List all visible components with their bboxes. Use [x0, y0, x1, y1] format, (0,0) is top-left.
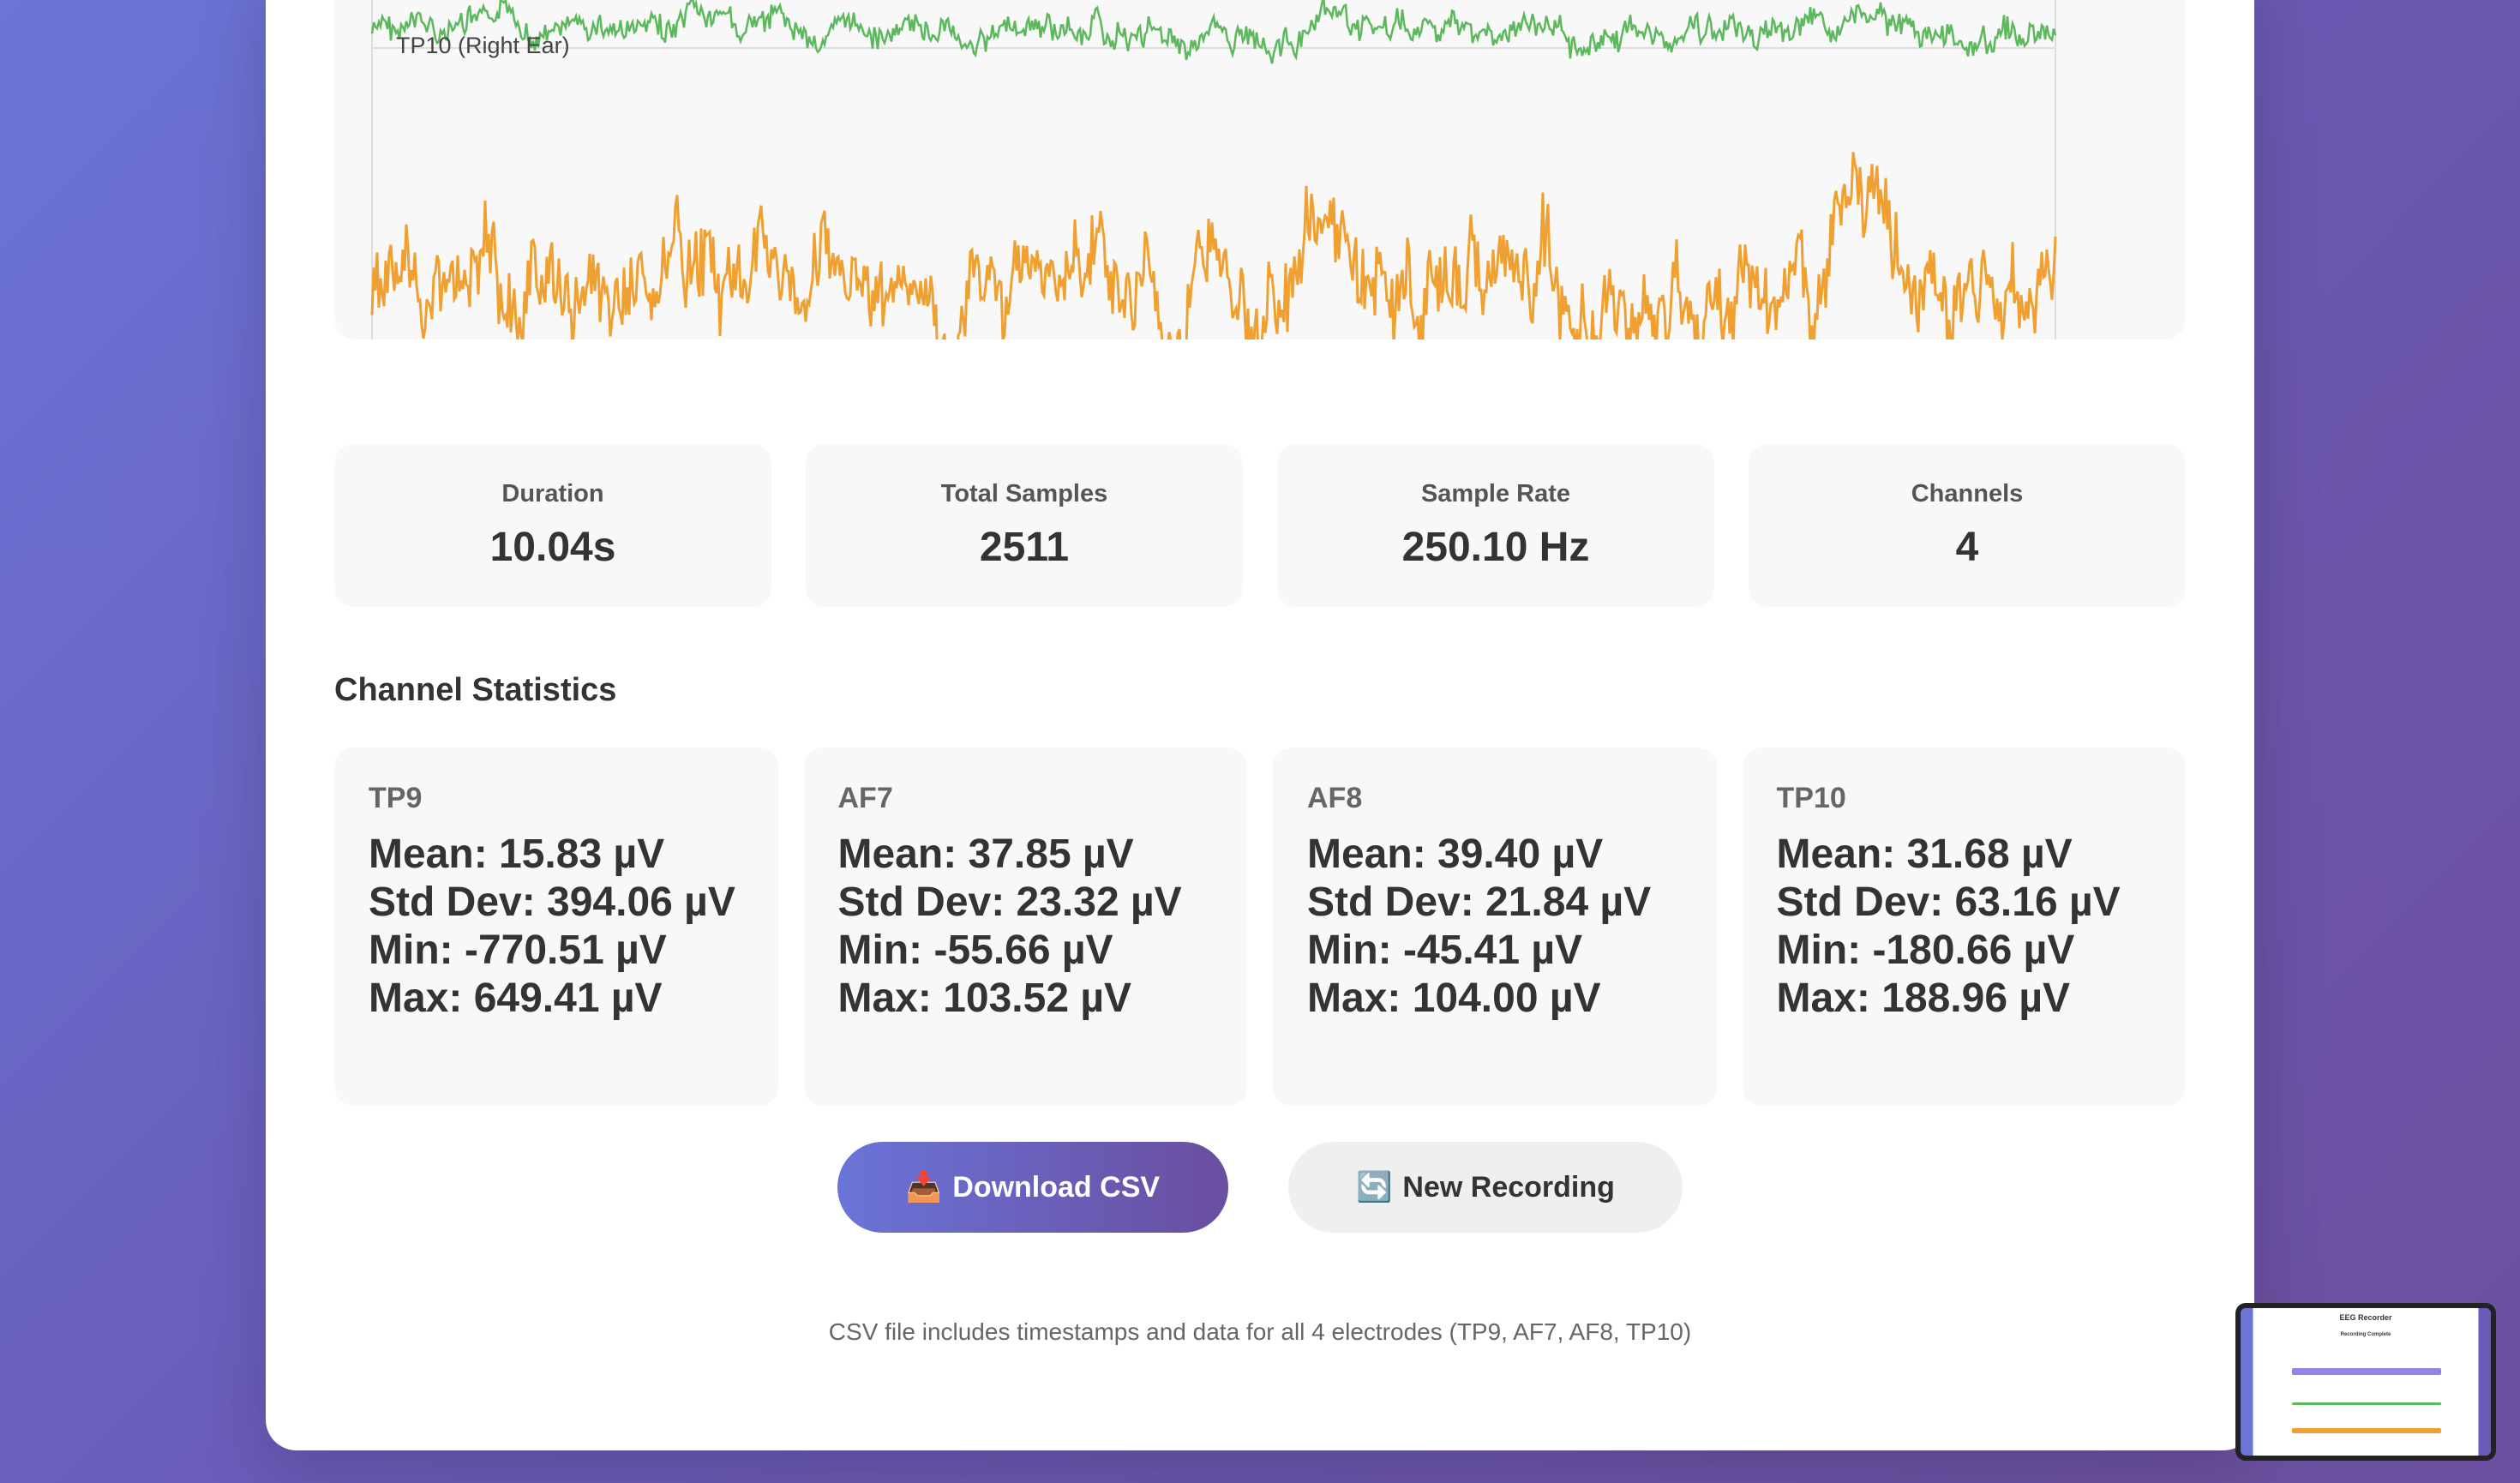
channel-std: Std Dev: 394.06 µV [369, 880, 735, 925]
channel-min: Min: -45.41 µV [1307, 928, 1583, 973]
channel-name: AF8 [1307, 782, 1363, 814]
stat-duration: Duration 10.04s [334, 444, 771, 607]
waveform-tp10 [370, 0, 2057, 64]
stat-label: Duration [501, 480, 604, 507]
channel-std: Std Dev: 23.32 µV [837, 880, 1182, 925]
thumbnail-wave-orange [2292, 1428, 2441, 1433]
channel-min: Min: -55.66 µV [837, 928, 1113, 973]
stat-label: Total Samples [940, 480, 1108, 507]
stat-label: Sample Rate [1420, 480, 1571, 507]
stat-total-samples: Total Samples 2511 [806, 444, 1243, 607]
stat-channels: Channels 4 [1749, 444, 2186, 607]
channel-max: Max: 104.00 µV [1307, 976, 1601, 1021]
download-csv-label: Download CSV [952, 1170, 1161, 1204]
channel-name: TP9 [369, 782, 423, 814]
thumbnail-wave-purple [2292, 1368, 2441, 1375]
new-recording-button[interactable]: 🔄 New Recording [1288, 1142, 1683, 1233]
stat-value: 4 [1955, 525, 1979, 570]
channel-statistics: TP9 Mean: 15.83 µV Std Dev: 394.06 µV Mi… [334, 748, 2186, 1106]
thumbnail-title: EEG Recorder [2339, 1313, 2392, 1322]
channel-label-tp10: TP10 (Right Ear) [396, 33, 570, 58]
channel-min: Min: -180.66 µV [1776, 928, 2075, 973]
channel-mean: Mean: 31.68 µV [1776, 832, 2073, 877]
channel-statistics-title: Channel Statistics [334, 672, 617, 708]
channel-card-tp9: TP9 Mean: 15.83 µV Std Dev: 394.06 µV Mi… [334, 748, 778, 1106]
channel-mean: Mean: 39.40 µV [1307, 832, 1604, 877]
summary-stats: Duration 10.04s Total Samples 2511 Sampl… [334, 444, 2186, 607]
stat-value: 10.04s [489, 525, 616, 570]
channel-card-tp10: TP10 Mean: 31.68 µV Std Dev: 63.16 µV Mi… [1742, 748, 2186, 1106]
stat-sample-rate: Sample Rate 250.10 Hz [1277, 444, 1714, 607]
download-csv-button[interactable]: 📥 Download CSV [837, 1142, 1228, 1233]
screenshot-thumbnail[interactable]: EEG Recorder Recording Complete [2235, 1303, 2496, 1461]
channel-mean: Mean: 37.85 µV [837, 832, 1134, 877]
results-card: TP10 (Right Ear) Duration 10.04s Total S… [266, 0, 2254, 1450]
eeg-waveform-chart: TP10 (Right Ear) [334, 0, 2186, 339]
waveform-svg [370, 0, 2057, 339]
new-recording-label: New Recording [1402, 1170, 1615, 1204]
channel-min: Min: -770.51 µV [369, 928, 667, 973]
channel-max: Max: 649.41 µV [369, 976, 663, 1021]
thumbnail-wave-green [2292, 1402, 2441, 1405]
thumbnail-preview: EEG Recorder Recording Complete [2241, 1308, 2491, 1456]
refresh-icon: 🔄 [1356, 1171, 1393, 1204]
channel-std: Std Dev: 63.16 µV [1776, 880, 2121, 925]
channel-std: Std Dev: 21.84 µV [1307, 880, 1652, 925]
download-icon: 📥 [905, 1171, 943, 1204]
stat-value: 2511 [979, 525, 1070, 570]
csv-footnote: CSV file includes timestamps and data fo… [828, 1318, 1692, 1345]
channel-mean: Mean: 15.83 µV [369, 832, 665, 877]
thumbnail-subtitle: Recording Complete [2340, 1332, 2391, 1337]
stat-value: 250.10 Hz [1401, 525, 1590, 570]
channel-card-af8: AF8 Mean: 39.40 µV Std Dev: 21.84 µV Min… [1273, 748, 1717, 1106]
action-buttons: 📥 Download CSV 🔄 New Recording [266, 1142, 2254, 1234]
channel-name: TP10 [1776, 782, 1846, 814]
channel-name: AF7 [837, 782, 893, 814]
channel-card-af7: AF7 Mean: 37.85 µV Std Dev: 23.32 µV Min… [803, 748, 1247, 1106]
channel-max: Max: 103.52 µV [837, 976, 1132, 1021]
channel-max: Max: 188.96 µV [1776, 976, 2071, 1021]
stat-label: Channels [1911, 480, 2024, 507]
waveform-orange [370, 152, 2057, 339]
